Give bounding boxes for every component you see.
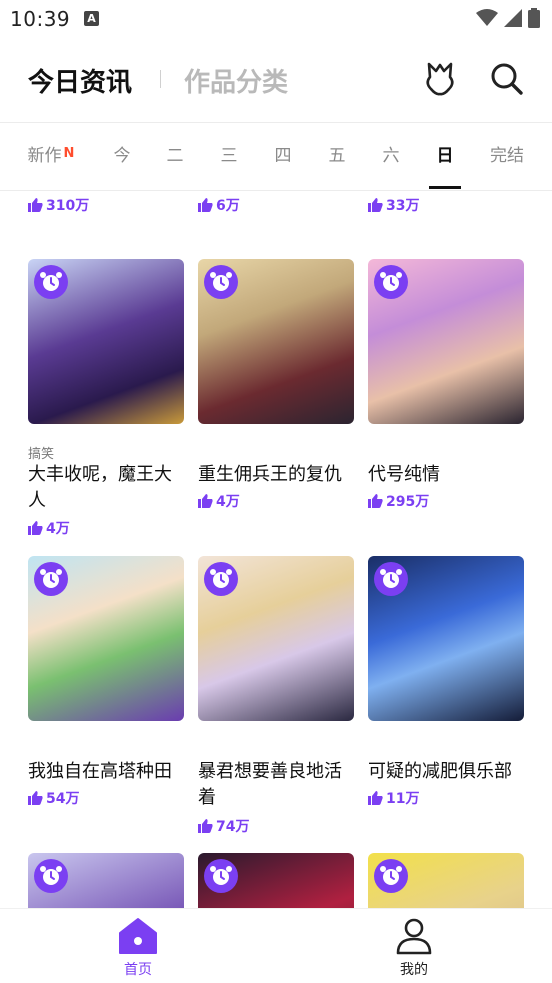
likes-value: 6万 [216,198,240,214]
user-icon [396,918,432,955]
tab-label: 完结 [490,146,524,166]
alarm-icon[interactable] [374,562,408,596]
comic-cover[interactable] [198,259,354,424]
app-header: 今日资讯 作品分类 [0,38,552,122]
alarm-icon[interactable] [34,265,68,299]
comic-title[interactable]: 可疑的减肥俱乐部 [368,759,528,785]
home-icon [119,918,157,954]
thumbs-up-icon [368,198,383,212]
tab-new[interactable]: 新作 N [20,123,82,191]
tab-label: 日 [436,146,454,166]
search-icon[interactable] [487,59,527,99]
likes-count: 74万 [198,816,249,836]
alarm-icon[interactable] [204,859,238,893]
alarm-icon[interactable] [204,562,238,596]
tab-wednesday[interactable]: 三 [211,123,247,191]
battery-icon [528,8,540,28]
comic-title[interactable]: 暴君想要善良地活着 [198,759,354,811]
status-time: 10:39 [10,7,71,31]
likes-count: 4万 [198,491,240,511]
tab-label: 今 [113,146,131,166]
likes-count: 310万 [28,195,89,215]
likes-value: 310万 [46,198,90,214]
search-glyph-icon [491,63,523,95]
signal-icon [504,9,522,27]
alarm-icon[interactable] [374,265,408,299]
tab-sunday[interactable]: 日 [427,123,463,191]
likes-value: 4万 [46,521,70,537]
comic-cover[interactable] [28,556,184,721]
status-bar: 10:39 A [0,0,552,38]
alarm-icon[interactable] [374,859,408,893]
tab-label: 五 [328,146,346,166]
tab-label: 三 [220,146,238,166]
nav-mine-label: 我的 [400,962,428,978]
likes-count: 295万 [368,491,429,511]
thumbs-up-icon [28,521,43,535]
tab-friday[interactable]: 五 [319,123,355,191]
comic-cover[interactable] [368,259,524,424]
likes-count: 4万 [28,518,70,538]
likes-count: 11万 [368,788,419,808]
comic-title[interactable]: 我独自在高塔种田 [28,759,188,785]
comic-cover[interactable] [198,556,354,721]
comic-title[interactable]: 大丰收呢，魔王大人 [28,462,188,514]
likes-value: 33万 [386,198,420,214]
tab-thursday[interactable]: 四 [265,123,301,191]
likes-count: 54万 [28,788,79,808]
thumbs-up-icon [28,791,43,805]
tab-categories[interactable]: 作品分类 [184,62,288,99]
tab-today[interactable]: 今 [104,123,140,191]
alarm-icon[interactable] [204,265,238,299]
tab-new-label: 新作 [27,146,62,166]
header-divider [160,70,161,88]
status-icons [476,8,540,28]
nav-home[interactable]: 首页 [98,917,178,979]
comic-genre: 搞笑 [28,447,55,462]
new-badge: N [63,146,75,161]
likes-value: 54万 [46,791,80,807]
day-tabs: 新作 N 今 二 三 四 五 六 日 完结 [0,122,552,191]
nav-mine[interactable]: 我的 [374,917,454,979]
comic-cover[interactable] [368,853,524,908]
nav-home-label: 首页 [124,962,152,978]
badge-shape-icon [426,62,454,96]
tab-label: 六 [382,146,400,166]
badge-icon[interactable] [420,59,460,99]
thumbs-up-icon [368,791,383,805]
likes-value: 11万 [386,791,420,807]
thumbs-up-icon [198,198,213,212]
comic-cover[interactable] [28,259,184,424]
comic-title[interactable]: 重生佣兵王的复仇 [198,462,358,488]
thumbs-up-icon [368,494,383,508]
tab-label: 四 [274,146,292,166]
likes-value: 295万 [386,494,430,510]
tab-label: 二 [166,146,184,166]
comic-cover[interactable] [28,853,184,908]
likes-count: 6万 [198,195,240,215]
comic-cover[interactable] [368,556,524,721]
tab-tuesday[interactable]: 二 [157,123,193,191]
active-tab-indicator [429,186,461,189]
tab-today-news[interactable]: 今日资讯 [28,62,132,99]
thumbs-up-icon [28,198,43,212]
thumbs-up-icon [198,494,213,508]
alarm-icon[interactable] [34,859,68,893]
alarm-icon[interactable] [34,562,68,596]
likes-value: 74万 [216,819,250,835]
comic-cover[interactable] [198,853,354,908]
bottom-nav: 首页 我的 [0,908,552,983]
notification-icon: A [84,11,99,26]
tab-saturday[interactable]: 六 [373,123,409,191]
comic-title[interactable]: 代号纯情 [368,462,528,488]
thumbs-up-icon [198,819,213,833]
likes-value: 4万 [216,494,240,510]
comic-grid: 310万 6万 33万 搞笑 大丰收呢，魔王大人 4万 重生佣兵王的复仇 4万 … [0,191,552,908]
likes-count: 33万 [368,195,419,215]
tab-completed[interactable]: 完结 [484,123,530,191]
wifi-icon [476,9,498,26]
